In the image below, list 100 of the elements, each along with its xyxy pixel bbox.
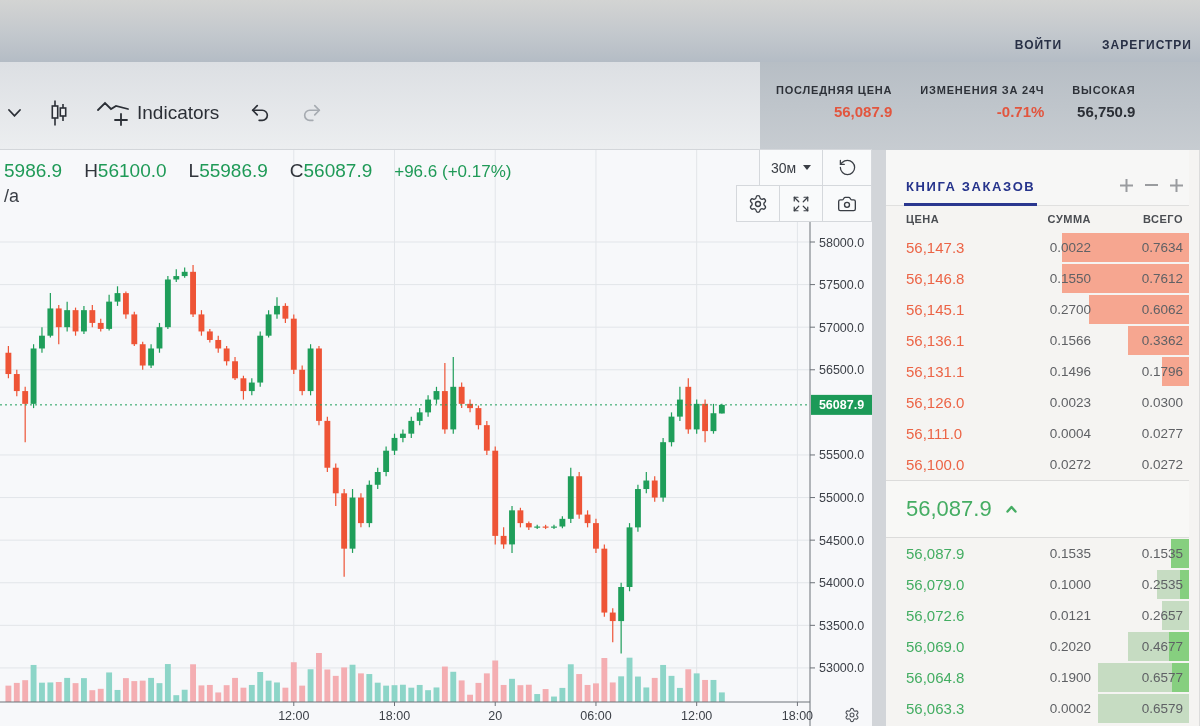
mid-price: 56,087.9 [906, 496, 992, 522]
price-cell: 56,100.0 [906, 456, 965, 473]
total-cell: 0.6577 [1141, 670, 1183, 685]
column-header: ЦЕНА [906, 213, 941, 225]
candle [467, 399, 473, 413]
candle [274, 296, 280, 320]
reset-button[interactable] [822, 149, 872, 186]
axis-label: 54000.0 [819, 576, 865, 591]
price-cell: 56,131.1 [906, 363, 965, 380]
ohlc-value: L55986.9 [188, 160, 268, 182]
candle [425, 394, 431, 418]
total-cell: 0.0272 [1141, 457, 1183, 472]
amount-cell: 0.0002 [1049, 701, 1091, 716]
stat-label: ВЫСОКАЯ [1072, 84, 1136, 96]
stat-label: ПОСЛЕДНЯЯ ЦЕНА [776, 84, 893, 96]
axis-label: 12:00 [278, 709, 310, 723]
column-header: СУММА [1046, 213, 1091, 225]
expand-icon [792, 194, 810, 213]
candle [635, 484, 641, 533]
candle [358, 492, 364, 528]
screenshot-button[interactable] [822, 185, 872, 222]
axis-label: 55000.0 [819, 491, 865, 506]
total-cell: 0.2657 [1141, 608, 1183, 623]
amount-cell: 0.0121 [1049, 608, 1091, 623]
price-cell: 56,146.8 [906, 270, 965, 287]
candle [39, 326, 45, 354]
axis-label: 53500.0 [819, 618, 865, 633]
amount-cell: 0.1900 [1049, 670, 1091, 685]
price-cell: 56,136.1 [906, 332, 965, 349]
total-cell: 0.3362 [1141, 333, 1183, 348]
chevron-down-icon [8, 108, 21, 117]
ohlc-value: C56087.9 [289, 160, 373, 182]
plus-icon[interactable] [1170, 178, 1183, 192]
candle [702, 399, 708, 443]
price-cell: 56,126.0 [906, 394, 965, 411]
line-plus-icon [97, 99, 129, 126]
stat-value: -0.71% [996, 103, 1045, 120]
candlestick-icon [51, 99, 67, 126]
settings-icon [748, 193, 768, 214]
total-cell: 0.6062 [1141, 302, 1183, 317]
price-cell: 56,079.0 [906, 576, 965, 593]
axis-label: 55500.0 [819, 448, 865, 463]
amount-cell: 0.1535 [1049, 546, 1091, 561]
axis-label: 57500.0 [819, 278, 865, 293]
axis-label: 20 [488, 709, 503, 723]
amount-cell: 0.2020 [1049, 639, 1091, 654]
amount-cell: 0.1566 [1049, 333, 1091, 348]
price-change: +96.6 (+0.17%) [394, 162, 512, 182]
price-cell: 56,087.9 [906, 545, 965, 562]
caret-down-icon [803, 165, 812, 170]
total-cell: 0.4677 [1141, 639, 1183, 654]
price-cell: 56,111.0 [906, 425, 963, 442]
axis-label: 12:00 [681, 709, 713, 723]
axis-label: 58000.0 [819, 235, 865, 250]
nav-link[interactable]: ВОЙТИ [1014, 38, 1063, 52]
total-cell: 0.7634 [1141, 240, 1183, 255]
stat-value: 56,087.9 [833, 103, 893, 120]
indicators-button[interactable]: Indicators [89, 93, 228, 132]
price-cell: 56,063.3 [906, 700, 965, 717]
caret-up-icon [1005, 505, 1017, 513]
amount-cell: 0.1000 [1049, 577, 1091, 592]
candle [509, 505, 515, 554]
candle [232, 356, 238, 381]
price-cell: 56,069.0 [906, 638, 965, 655]
settings-button[interactable] [736, 185, 780, 222]
nav-link[interactable]: ЗАРЕГИСТРИ [1102, 38, 1192, 52]
axis-label: 18:00 [781, 709, 814, 723]
amount-cell: 0.1496 [1049, 364, 1091, 379]
axis-label: 53000.0 [819, 661, 865, 676]
stat-label: ИЗМЕНЕНИЯ ЗА 24Ч [920, 84, 1045, 96]
axis-label: 56500.0 [819, 363, 865, 378]
plus-icon[interactable] [1120, 178, 1133, 192]
axis-label: 54500.0 [819, 533, 865, 548]
total-cell: 0.6579 [1141, 701, 1183, 716]
price-cell: 56,072.6 [906, 607, 965, 624]
price-cell: 56,145.1 [906, 301, 965, 318]
candle [190, 264, 196, 318]
candle [81, 305, 87, 335]
column-header: ВСЕГО [1142, 213, 1183, 225]
total-cell: 0.0277 [1141, 426, 1183, 441]
amount-cell: 0.0023 [1049, 395, 1091, 410]
candle [551, 524, 557, 530]
price-cell: 56,064.8 [906, 669, 965, 686]
fullscreen-button[interactable] [779, 185, 823, 222]
price-cell: 56,147.3 [906, 239, 965, 256]
ohlc-value: H56100.0 [84, 160, 167, 182]
last-price-tag: 56087.9 [811, 394, 872, 415]
ohlc-value: 5986.9 [4, 160, 63, 182]
reset-icon [837, 158, 857, 177]
total-cell: 0.7612 [1141, 271, 1183, 286]
interval-dropdown[interactable]: 30м [759, 149, 823, 186]
settings-icon[interactable] [844, 707, 860, 723]
total-cell: 0.0300 [1141, 395, 1183, 410]
amount-cell: 0.0004 [1049, 426, 1091, 441]
volume-legend: /a [4, 186, 19, 207]
stat-value: 56,750.9 [1077, 103, 1136, 120]
total-cell: 0.2535 [1141, 577, 1183, 592]
axis-label: 06:00 [580, 709, 612, 723]
candle [593, 518, 599, 554]
axis-label: 18:00 [378, 709, 411, 723]
